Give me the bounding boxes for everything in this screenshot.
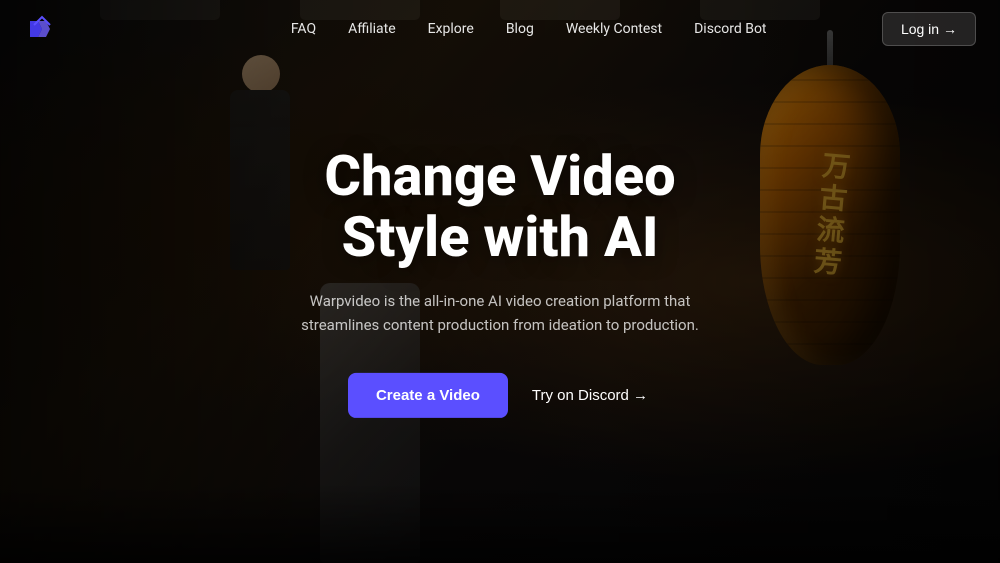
- nav-link-explore[interactable]: Explore: [428, 21, 474, 37]
- hero-content: Change Video Style with AI Warpvideo is …: [250, 145, 750, 417]
- nav-link-faq[interactable]: FAQ: [291, 21, 316, 37]
- nav-link-blog[interactable]: Blog: [506, 21, 534, 37]
- hero-title-line1: Change Video: [324, 142, 675, 208]
- navbar: FAQ Affiliate Explore Blog Weekly Contes…: [0, 0, 1000, 58]
- logo-icon: [24, 11, 60, 47]
- floor: [0, 483, 1000, 563]
- hero-title-line2: Style with AI: [342, 204, 659, 270]
- nav-links: FAQ Affiliate Explore Blog Weekly Contes…: [291, 21, 767, 37]
- hero-subtitle: Warpvideo is the all-in-one AI video cre…: [300, 289, 700, 337]
- hero-section: 万古流芳 FAQ Affiliate Explore Blog Weekly C…: [0, 0, 1000, 563]
- nav-link-weekly-contest[interactable]: Weekly Contest: [566, 21, 662, 37]
- nav-link-affiliate[interactable]: Affiliate: [348, 21, 396, 37]
- logo[interactable]: [24, 11, 60, 47]
- hero-buttons: Create a Video Try on Discord →: [250, 373, 750, 418]
- create-video-button[interactable]: Create a Video: [348, 373, 508, 418]
- hero-title: Change Video Style with AI: [250, 145, 750, 268]
- login-button[interactable]: Log in →: [882, 12, 976, 46]
- discord-button[interactable]: Try on Discord →: [528, 373, 652, 418]
- nav-link-discord-bot[interactable]: Discord Bot: [694, 21, 766, 37]
